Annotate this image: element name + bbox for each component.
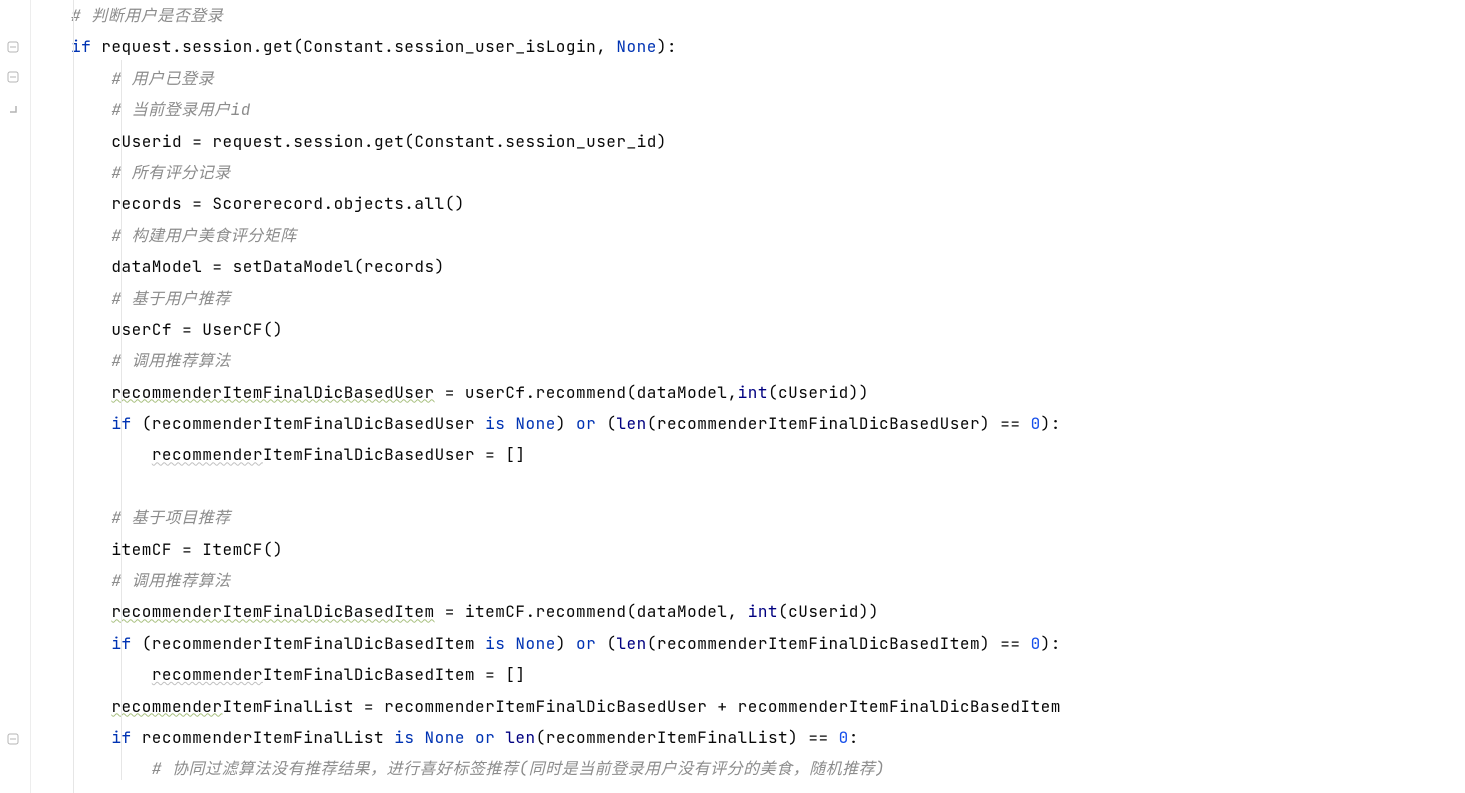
code-line[interactable]: # 用户已登录 (71, 63, 1465, 94)
code-line[interactable]: recommenderItemFinalDicBasedUser = userC… (71, 377, 1465, 408)
code-line[interactable]: userCf = UserCF() (71, 314, 1465, 345)
code-area[interactable]: # 判断用户是否登录 if request.session.get(Consta… (31, 0, 1465, 793)
code-line[interactable]: # 基于用户推荐 (71, 283, 1465, 314)
code-line[interactable]: # 当前登录用户id (71, 94, 1465, 125)
code-editor[interactable]: # 判断用户是否登录 if request.session.get(Consta… (0, 0, 1465, 793)
code-line[interactable]: recommenderItemFinalDicBasedItem = itemC… (71, 596, 1465, 627)
code-line[interactable] (71, 471, 1465, 502)
code-line[interactable]: # 调用推荐算法 (71, 345, 1465, 376)
code-line[interactable]: dataModel = setDataModel(records) (71, 251, 1465, 282)
code-line[interactable]: recommenderItemFinalDicBasedItem = [] (71, 659, 1465, 690)
code-line[interactable]: if (recommenderItemFinalDicBasedUser is … (71, 408, 1465, 439)
fold-icon[interactable] (4, 730, 22, 748)
code-line[interactable]: if (recommenderItemFinalDicBasedItem is … (71, 628, 1465, 659)
gutter (0, 0, 31, 793)
fold-icon[interactable] (4, 100, 22, 118)
code-line[interactable]: # 判断用户是否登录 (71, 0, 1465, 31)
code-line[interactable]: # 基于项目推荐 (71, 502, 1465, 533)
code-line[interactable]: if request.session.get(Constant.session_… (71, 31, 1465, 62)
code-line[interactable]: # 所有评分记录 (71, 157, 1465, 188)
code-line[interactable]: # 协同过滤算法没有推荐结果，进行喜好标签推荐(同时是当前登录用户没有评分的美食… (71, 753, 1465, 784)
code-line[interactable]: recommenderItemFinalDicBasedUser = [] (71, 439, 1465, 470)
fold-icon[interactable] (4, 68, 22, 86)
code-line[interactable]: records = Scorerecord.objects.all() (71, 188, 1465, 219)
code-line[interactable]: recommenderItemFinalList = recommenderIt… (71, 691, 1465, 722)
code-line[interactable]: # 调用推荐算法 (71, 565, 1465, 596)
fold-icon[interactable] (4, 38, 22, 56)
code-line[interactable]: itemCF = ItemCF() (71, 534, 1465, 565)
code-line[interactable]: if recommenderItemFinalList is None or l… (71, 722, 1465, 753)
code-line[interactable]: cUserid = request.session.get(Constant.s… (71, 126, 1465, 157)
code-line[interactable]: # 构建用户美食评分矩阵 (71, 220, 1465, 251)
